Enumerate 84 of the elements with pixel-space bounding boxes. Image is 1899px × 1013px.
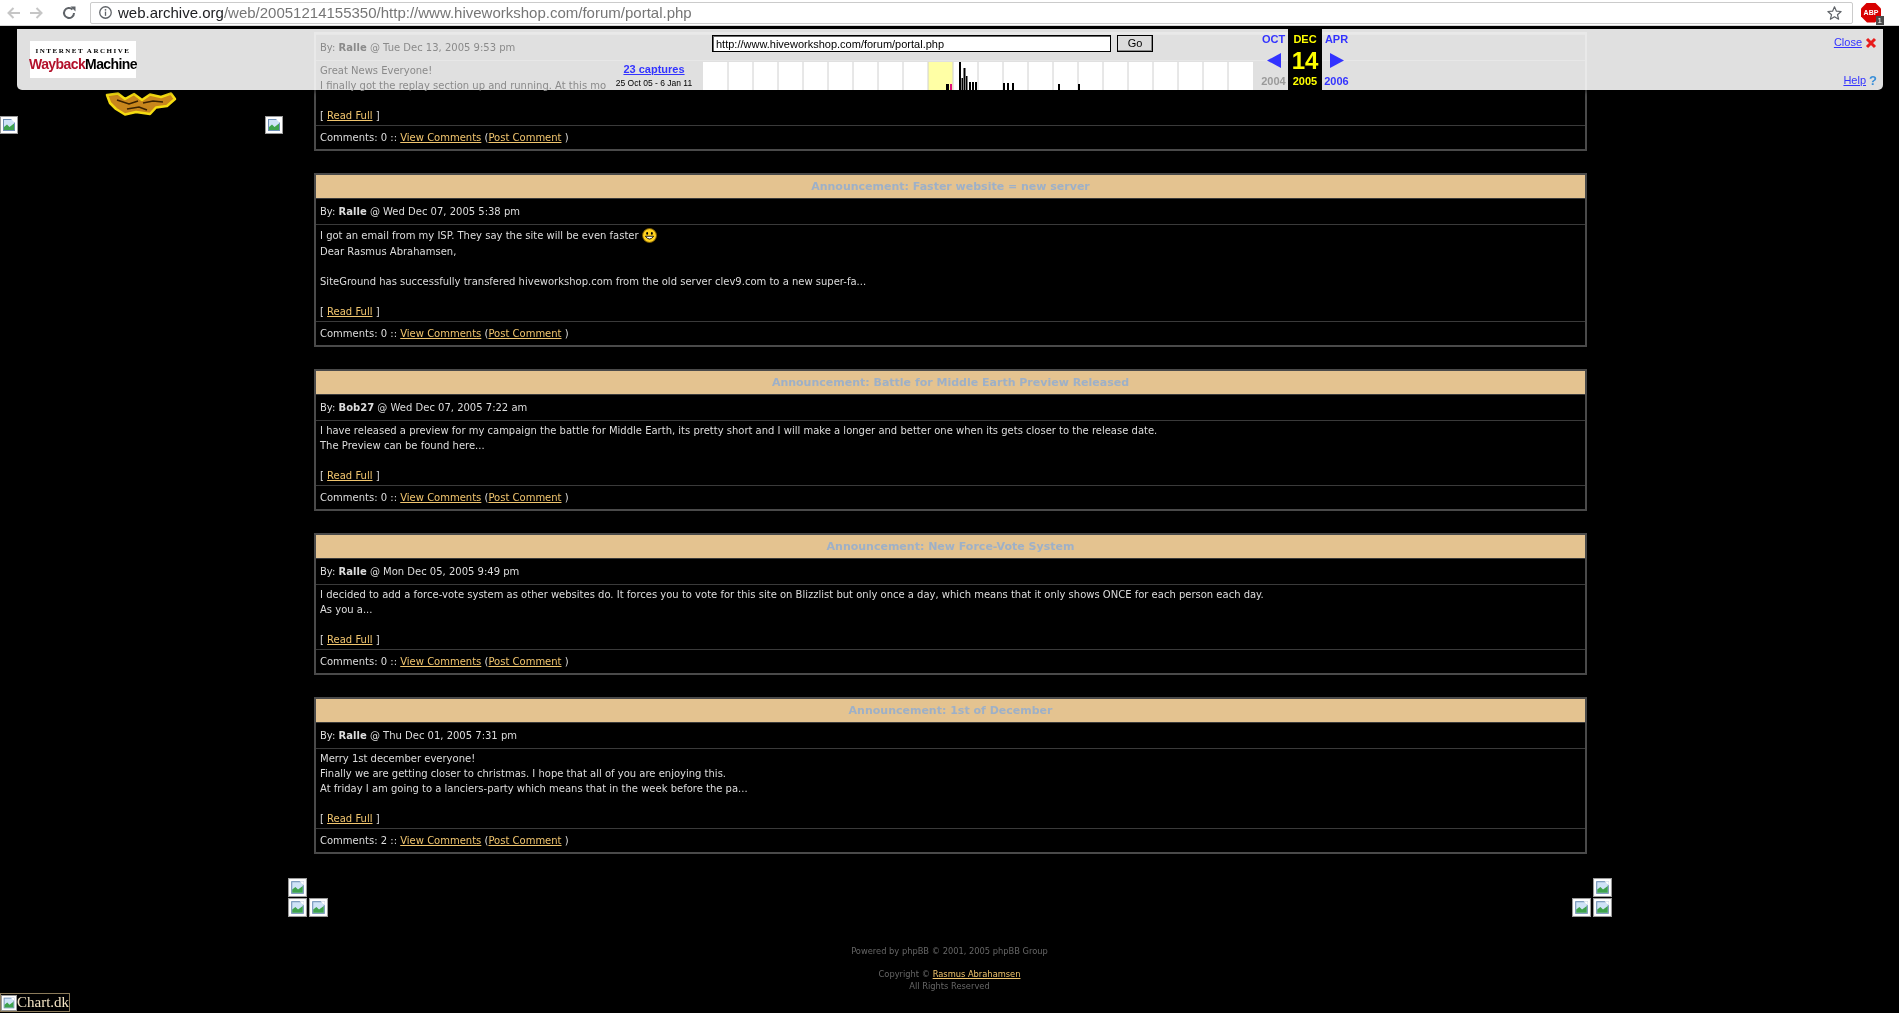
extension-badge: 1 xyxy=(1875,15,1884,25)
comments-line: Comments: 0 :: View Comments (Post Comment ) xyxy=(320,656,569,667)
year-label: 2005 xyxy=(1292,75,1318,88)
capture-date-range: 25 Oct 05 - 6 Jan 11 xyxy=(615,78,693,89)
post-title-bar: Announcement: 1st of December xyxy=(316,699,1585,722)
right-arrow-icon[interactable] xyxy=(1329,53,1344,68)
rights-text: All Rights Reserved xyxy=(909,981,990,991)
post-title-bar: Announcement: Battle for Middle Earth Preview Released xyxy=(316,371,1585,394)
url-input[interactable]: http://www.hiveworkshop.com/forum/portal.php xyxy=(712,35,1111,52)
left-arrow-icon[interactable] xyxy=(1266,53,1281,68)
broken-image-icon xyxy=(1571,898,1591,917)
read-full-link[interactable]: Read Full xyxy=(327,813,373,824)
read-full-link[interactable]: Read Full xyxy=(327,634,373,645)
post-text: I got an email from my ISP. They say the site will be even faster xyxy=(320,229,639,243)
post-comment-link[interactable]: Post Comment xyxy=(488,132,562,143)
post-text: At friday I am going to a lanciers-party which means that in the week before the pa... xyxy=(320,782,748,796)
read-full-line: [ Read Full ] xyxy=(320,306,380,317)
info-icon[interactable] xyxy=(99,6,112,19)
read-full-link[interactable]: Read Full xyxy=(327,306,373,317)
post-comment-link[interactable]: Post Comment xyxy=(488,835,562,846)
post-comment-link[interactable]: Post Comment xyxy=(488,492,562,503)
broken-image-icon xyxy=(1592,898,1612,917)
read-full-line: [ Read Full ] xyxy=(320,470,380,481)
close-link[interactable]: Close xyxy=(1833,36,1862,49)
comments-line: Comments: 0 :: View Comments (Post Comment ) xyxy=(320,132,569,143)
broken-image-icon xyxy=(287,898,307,917)
url-text: web.archive.org/web/20051214155350/http://www.hiveworkshop.com/forum/portal.php xyxy=(118,4,692,21)
broken-image-icon xyxy=(287,878,307,897)
month-label: DEC xyxy=(1293,33,1317,46)
read-full-link[interactable]: Read Full xyxy=(327,110,373,121)
broken-image-icon xyxy=(1592,878,1612,897)
view-comments-link[interactable]: View Comments xyxy=(400,492,482,503)
post-text: I decided to add a force-vote system as other websites do. It forces you to vote for this site on Blizzlist but only once a day, which means that it only shows ONCE for each person each day. xyxy=(320,588,1264,602)
powered-by-text: Powered by phpBB © 2001, 2005 phpBB Group xyxy=(851,946,1048,956)
post-text: Merry 1st december everyone! xyxy=(320,752,476,766)
view-comments-link[interactable]: View Comments xyxy=(400,328,482,339)
view-comments-link[interactable]: View Comments xyxy=(400,132,482,143)
post-byline: By: Ralle @ Mon Dec 05, 2005 9:49 pm xyxy=(320,566,520,577)
day-number: 14 xyxy=(1291,48,1319,73)
post-byline: By: Ralle @ Tue Dec 13, 2005 9:53 pm xyxy=(320,42,516,53)
copyright-line: Copyright © Rasmus Abrahamsen xyxy=(878,969,1021,979)
logo-wordmark: WaybackMachine xyxy=(29,55,137,73)
comments-line: Comments: 0 :: View Comments (Post Comment ) xyxy=(320,492,569,503)
go-button[interactable]: Go xyxy=(1117,35,1153,52)
post-text: Finally we are getting closer to christmas. I hope that all of you are enjoying this. xyxy=(320,767,727,781)
post-byline: By: Bob27 @ Wed Dec 07, 2005 7:22 am xyxy=(320,402,528,413)
logo-drawing[interactable] xyxy=(105,92,177,116)
post-text: As you a... xyxy=(320,603,373,617)
broken-image-icon xyxy=(308,898,328,917)
close-icon[interactable] xyxy=(1865,36,1877,49)
comments-line: Comments: 2 :: View Comments (Post Comment ) xyxy=(320,835,569,846)
author-link[interactable]: Rasmus Abrahamsen xyxy=(932,969,1021,979)
post-title-bar: Announcement: Faster website = new server xyxy=(316,175,1585,198)
broken-image-icon xyxy=(265,116,283,134)
view-comments-link[interactable]: View Comments xyxy=(400,656,482,667)
read-full-link[interactable]: Read Full xyxy=(327,470,373,481)
post-text: Dear Rasmus Abrahamsen, xyxy=(320,245,457,259)
post-text: I finally got the replay section up and running. At this mo xyxy=(320,79,607,93)
view-comments-link[interactable]: View Comments xyxy=(400,835,482,846)
read-full-line: [ Read Full ] xyxy=(320,634,380,645)
post-title-bar: Announcement: New Force-Vote System xyxy=(316,535,1585,558)
read-full-line: [ Read Full ] xyxy=(320,110,380,121)
captures-link[interactable]: 23 captures xyxy=(623,62,685,76)
address-field[interactable]: web.archive.org/web/20051214155350/http://www.hiveworkshop.com/forum/portal.php xyxy=(90,1,1853,24)
broken-image-icon xyxy=(1,994,17,1011)
month-label[interactable]: APR xyxy=(1324,33,1349,46)
month-label[interactable]: OCT xyxy=(1261,33,1286,46)
post-text: I have released a preview for my campaign the battle for Middle Earth, its pretty short and I will make a longer and better one when its gets closer to the release date. xyxy=(320,424,1158,438)
post-comment-link[interactable]: Post Comment xyxy=(488,328,562,339)
comments-line: Comments: 0 :: View Comments (Post Comment ) xyxy=(320,328,569,339)
post-byline: By: Ralle @ Thu Dec 01, 2005 7:31 pm xyxy=(320,730,517,741)
post-byline: By: Ralle @ Wed Dec 07, 2005 5:38 pm xyxy=(320,206,520,217)
year-label[interactable]: 2006 xyxy=(1324,75,1349,88)
post-text: The Preview can be found here... xyxy=(320,439,485,453)
help-link[interactable]: Help xyxy=(1843,74,1867,87)
post-comment-link[interactable]: Post Comment xyxy=(488,656,562,667)
bookmark-star-icon[interactable] xyxy=(1827,5,1842,20)
post-text: SiteGround has successfully transfered hiveworkshop.com from the old server clev9.com to a new super-fa... xyxy=(320,275,867,289)
counter-image[interactable]: Chart.dk xyxy=(0,993,71,1012)
image-alt-text: Chart.dk xyxy=(17,994,70,1011)
broken-image-icon xyxy=(0,116,18,134)
reload-icon[interactable] xyxy=(62,5,76,20)
read-full-line: [ Read Full ] xyxy=(320,813,380,824)
post-text: Great News Everyone! xyxy=(320,64,433,78)
